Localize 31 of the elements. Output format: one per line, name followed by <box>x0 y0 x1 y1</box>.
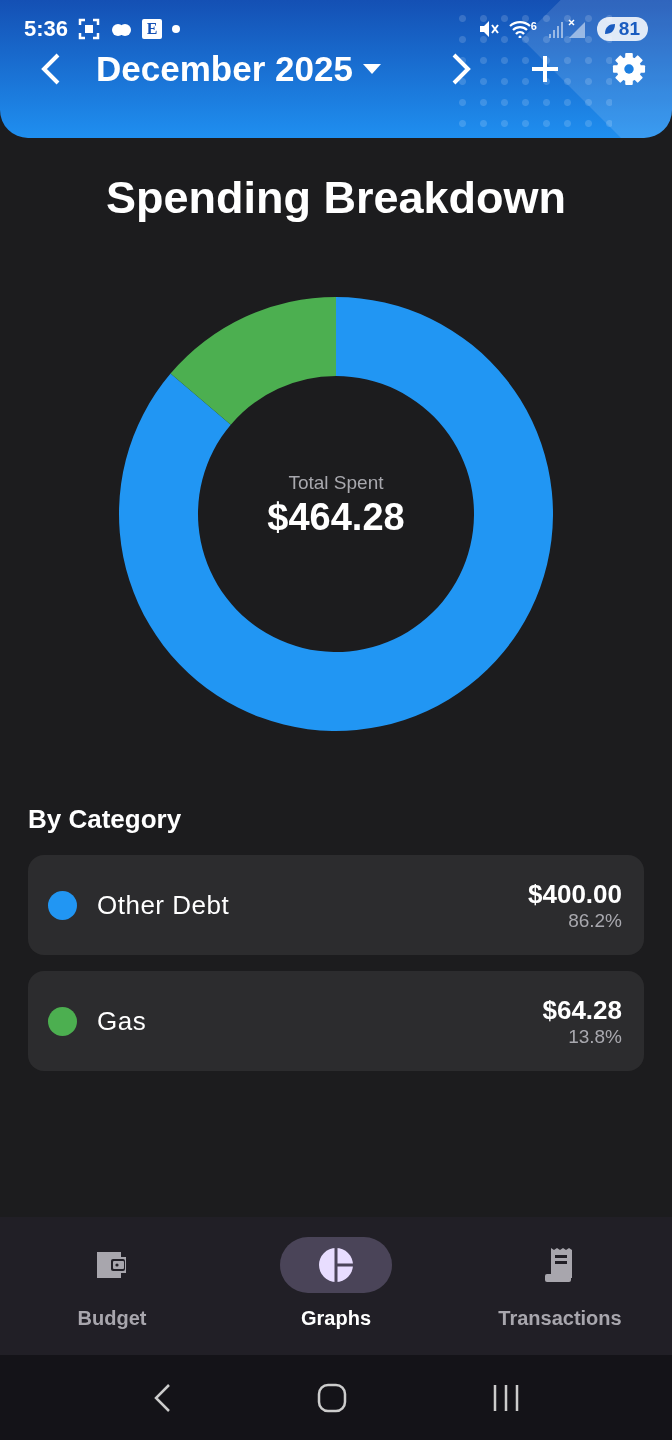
nav-tab[interactable]: Budget <box>0 1217 224 1355</box>
wifi-label: 6 <box>530 20 537 32</box>
dot-icon <box>172 25 181 33</box>
weather-icon <box>110 21 133 37</box>
category-amount: $400.00 <box>528 878 622 910</box>
status-time: 5:36 <box>24 16 69 42</box>
battery-indicator: 81 <box>596 17 648 41</box>
category-name: Other Debt <box>97 889 231 921</box>
month-selector[interactable]: December 2025 <box>96 49 381 89</box>
section-heading: By Category <box>28 804 183 835</box>
signal-icon <box>546 18 587 40</box>
wifi-icon <box>508 20 531 38</box>
caret-icon <box>362 64 381 74</box>
nav-tab[interactable]: Graphs <box>224 1217 448 1355</box>
total-label: Total Spent <box>288 472 384 494</box>
pie-chart-icon <box>317 1246 355 1284</box>
back-icon[interactable] <box>152 1382 173 1413</box>
category-card[interactable]: Gas $64.28 13.8% <box>28 971 644 1071</box>
category-percent: 86.2% <box>568 909 622 932</box>
category-amount: $64.28 <box>542 994 622 1026</box>
category-percent: 13.8% <box>568 1025 622 1048</box>
recents-icon[interactable] <box>491 1383 520 1412</box>
home-icon[interactable] <box>317 1382 347 1413</box>
nav-tab[interactable]: Transactions <box>448 1217 672 1355</box>
page-title: Spending Breakdown <box>104 172 567 224</box>
total-amount: $464.28 <box>267 496 405 539</box>
notification-icon: E <box>142 19 163 39</box>
mute-icon <box>478 19 499 39</box>
screenshot-icon <box>78 18 101 40</box>
category-card[interactable]: Other Debt $400.00 86.2% <box>28 855 644 955</box>
category-name: Gas <box>97 1005 148 1037</box>
